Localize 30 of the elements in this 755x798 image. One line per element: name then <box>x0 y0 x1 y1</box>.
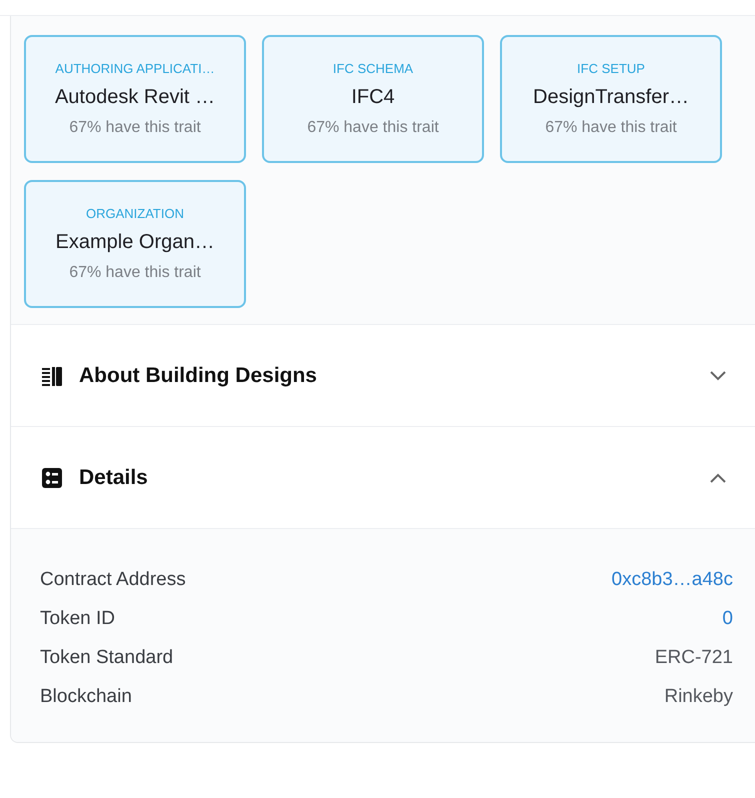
detail-label: Token Standard <box>40 647 174 669</box>
book-icon <box>41 364 63 386</box>
trait-type: IFC SCHEMA <box>332 61 414 76</box>
detail-label: Token ID <box>40 608 115 630</box>
trait-rarity: 67% have this trait <box>545 119 677 137</box>
trait-type: IFC SETUP <box>577 61 645 76</box>
section-title: Details <box>79 466 149 490</box>
trait-rarity: 67% have this trait <box>307 119 439 137</box>
trait-type: AUTHORING APPLICATI… <box>55 61 215 76</box>
detail-label: Contract Address <box>40 569 186 591</box>
trait-rarity: 67% have this trait <box>69 119 201 137</box>
trait-card[interactable]: IFC SCHEMA IFC4 67% have this trait <box>262 35 484 163</box>
trait-value: Example Organ… <box>56 231 214 254</box>
chevron-down-icon <box>709 370 727 382</box>
trait-rarity: 67% have this trait <box>69 264 201 282</box>
trait-value: Autodesk Revit … <box>54 86 216 109</box>
trait-card[interactable]: ORGANIZATION Example Organ… 67% have this trait <box>24 180 246 308</box>
detail-link[interactable]: 0 <box>722 608 733 630</box>
trait-value: IFC4 <box>351 86 395 109</box>
trait-card[interactable]: IFC SETUP DesignTransfer… 67% have this trait <box>500 35 722 163</box>
section-title: About Building Designs <box>79 364 318 388</box>
detail-value: Rinkeby <box>664 686 733 708</box>
trait-type: ORGANIZATION <box>86 206 184 221</box>
chevron-up-icon <box>709 472 727 484</box>
trait-card[interactable]: AUTHORING APPLICATI… Autodesk Revit … 67% have this trait <box>24 35 246 163</box>
detail-label: Blockchain <box>40 686 132 708</box>
trait-value: DesignTransfer… <box>533 86 689 109</box>
detail-value: ERC-721 <box>654 647 733 669</box>
details-icon <box>41 466 63 488</box>
detail-link[interactable]: 0xc8b3…a48c <box>612 569 733 591</box>
